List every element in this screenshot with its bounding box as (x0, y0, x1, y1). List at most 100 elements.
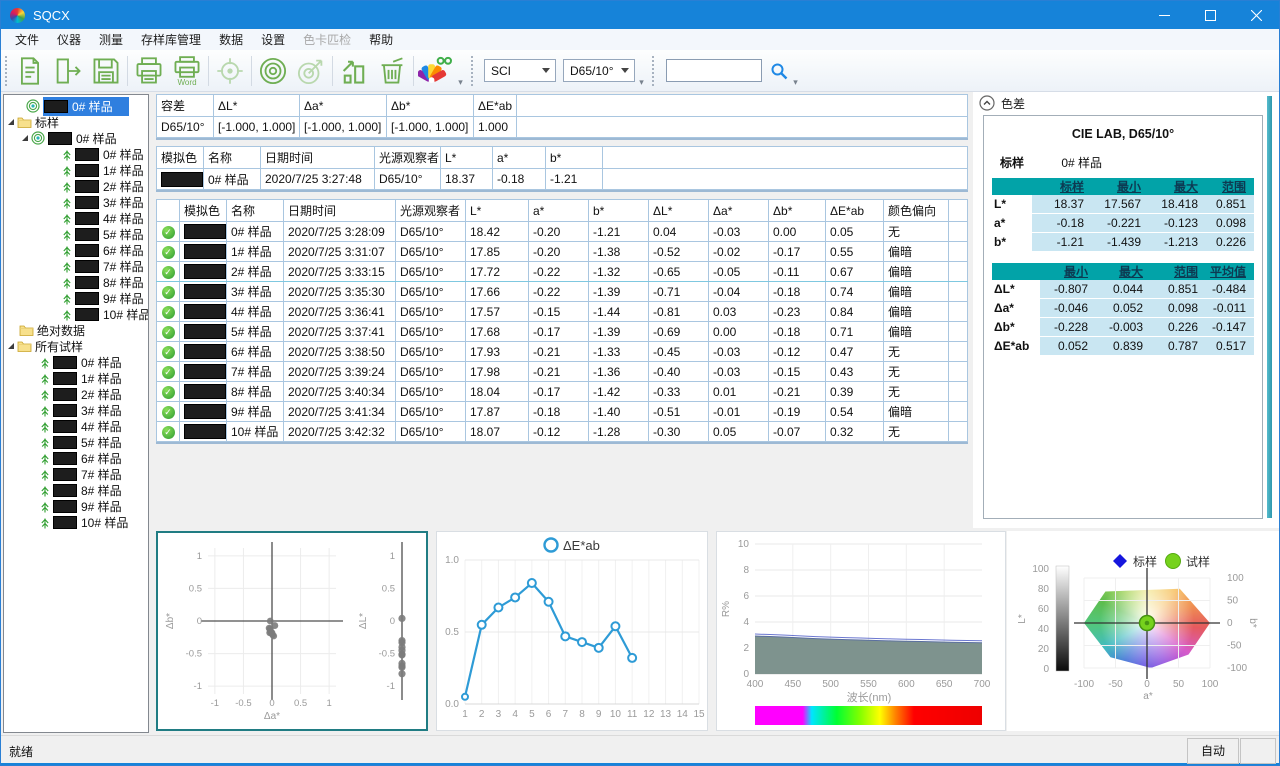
tree-folder-all-samples[interactable]: 所有试样 (4, 338, 148, 354)
tree-item-sample[interactable]: 5# 样品 (4, 226, 148, 242)
menu-item[interactable]: 仪器 (48, 29, 90, 50)
tree-item-sample[interactable]: 1# 样品 (4, 162, 148, 178)
table-cell: 无 (884, 382, 949, 402)
toolbar-overflow-icon[interactable]: ▾ (635, 77, 648, 91)
toolbar-grip[interactable] (471, 56, 473, 86)
trend-chart-button[interactable] (335, 53, 373, 89)
panel-splitter[interactable] (1267, 96, 1272, 518)
search-icon[interactable] (769, 61, 789, 81)
table-row[interactable]: ✓2# 样品2020/7/25 3:33:15D65/10°17.72-0.22… (157, 262, 968, 282)
table-cell (603, 169, 968, 190)
new-document-button[interactable] (11, 53, 49, 89)
table-row[interactable]: ✓10# 样品2020/7/25 3:42:32D65/10°18.07-0.1… (157, 422, 968, 442)
tree-item-sample[interactable]: 2# 样品 (4, 386, 148, 402)
svg-text:2: 2 (479, 709, 485, 720)
svg-text:600: 600 (898, 679, 915, 690)
illuminant-observer-select[interactable]: D65/10° (563, 59, 635, 82)
table-row[interactable]: ✓9# 样品2020/7/25 3:41:34D65/10°17.87-0.18… (157, 402, 968, 422)
svg-text:10: 10 (610, 709, 622, 720)
sample-icon (62, 180, 72, 193)
tree-item-sample[interactable]: 4# 样品 (4, 418, 148, 434)
color-swatch (184, 384, 226, 399)
delete-trash-button[interactable] (373, 53, 411, 89)
table-cell (949, 322, 968, 342)
tree-item-sample[interactable]: 5# 样品 (4, 434, 148, 450)
tree-item-current-standard[interactable]: 0# 样品 (4, 98, 148, 114)
color-card-search-button[interactable] (416, 53, 454, 89)
sample-icon (62, 196, 72, 209)
table-cell (180, 302, 227, 322)
close-button[interactable] (1233, 1, 1279, 29)
tree-item-sample[interactable]: 8# 样品 (4, 482, 148, 498)
menu-item[interactable]: 文件 (6, 29, 48, 50)
tree-item-sample[interactable]: 6# 样品 (4, 242, 148, 258)
svg-text:ΔL*: ΔL* (358, 613, 369, 629)
tree-item-sample[interactable]: 8# 样品 (4, 274, 148, 290)
tree-item-sample[interactable]: 7# 样品 (4, 258, 148, 274)
app-logo-icon (10, 8, 25, 23)
toolbar-grip[interactable] (652, 56, 654, 86)
tree-item-sample[interactable]: 1# 样品 (4, 370, 148, 386)
check-icon: ✓ (162, 346, 175, 359)
tree-item-sample[interactable]: 3# 样品 (4, 194, 148, 210)
print-word-button[interactable]: Word (168, 53, 206, 89)
check-icon: ✓ (162, 366, 175, 379)
tree-item-label: 3# 样品 (103, 194, 144, 211)
menu-item[interactable]: 帮助 (360, 29, 402, 50)
toolbar-grip[interactable] (5, 56, 7, 86)
table-row[interactable]: D65/10°[-1.000, 1.000][-1.000, 1.000][-1… (157, 117, 968, 138)
maximize-button[interactable] (1187, 1, 1233, 29)
measurement-mode-select[interactable]: SCI (484, 59, 556, 82)
tree-item-sample[interactable]: 7# 样品 (4, 466, 148, 482)
column-header: ΔE*ab (826, 200, 884, 222)
expand-arrow-icon[interactable] (8, 119, 14, 125)
svg-text:-50: -50 (1227, 641, 1242, 652)
print-button[interactable] (130, 53, 168, 89)
table-cell: -1.36 (589, 362, 649, 382)
search-input[interactable] (666, 59, 762, 82)
table-row[interactable]: ✓6# 样品2020/7/25 3:38:50D65/10°17.93-0.21… (157, 342, 968, 362)
toolbar-overflow-icon[interactable]: ▾ (789, 77, 802, 91)
tree-item-sample[interactable]: 3# 样品 (4, 402, 148, 418)
table-header-row: 模拟色名称日期时间光源观察者L*a*b* (157, 147, 968, 169)
menu-item[interactable]: 设置 (252, 29, 294, 50)
export-button[interactable] (49, 53, 87, 89)
tree-folder-absolute-data[interactable]: 绝对数据 (4, 322, 148, 338)
svg-text:-0.5: -0.5 (186, 649, 202, 660)
tree-item-sample[interactable]: 0# 样品 (4, 354, 148, 370)
menu-item[interactable]: 测量 (90, 29, 132, 50)
folder-icon (17, 340, 32, 352)
tree-item-standard[interactable]: 0# 样品 (4, 130, 148, 146)
column-header: ΔL* (649, 200, 709, 222)
expand-arrow-icon[interactable] (22, 135, 28, 141)
minimize-button[interactable] (1141, 1, 1187, 29)
tree-item-sample[interactable]: 10# 样品 (4, 514, 148, 530)
menu-item[interactable]: 存样库管理 (132, 29, 210, 50)
table-cell (949, 342, 968, 362)
tree-item-sample[interactable]: 6# 样品 (4, 450, 148, 466)
collapse-panel-button[interactable] (979, 95, 995, 111)
tree-item-sample[interactable]: 9# 样品 (4, 290, 148, 306)
save-button[interactable] (87, 53, 125, 89)
calibrate-target-button[interactable] (254, 53, 292, 89)
svg-text:0.5: 0.5 (382, 583, 395, 594)
table-row[interactable]: ✓4# 样品2020/7/25 3:36:41D65/10°17.57-0.15… (157, 302, 968, 322)
table-row[interactable]: 0# 样品2020/7/25 3:27:48D65/10°18.37-0.18-… (157, 169, 968, 190)
tree-item-sample[interactable]: 2# 样品 (4, 178, 148, 194)
table-row[interactable]: ✓0# 样品2020/7/25 3:28:09D65/10°18.42-0.20… (157, 222, 968, 242)
tree-item-sample[interactable]: 9# 样品 (4, 498, 148, 514)
expand-arrow-icon[interactable] (8, 343, 14, 349)
table-row[interactable]: ✓3# 样品2020/7/25 3:35:30D65/10°17.66-0.22… (157, 282, 968, 302)
tree-item-sample[interactable]: 4# 样品 (4, 210, 148, 226)
table-row[interactable]: ✓5# 样品2020/7/25 3:37:41D65/10°17.68-0.17… (157, 322, 968, 342)
table-row[interactable]: ✓7# 样品2020/7/25 3:39:24D65/10°17.98-0.21… (157, 362, 968, 382)
table-row[interactable]: ✓1# 样品2020/7/25 3:31:07D65/10°17.85-0.20… (157, 242, 968, 262)
table-row[interactable]: ✓8# 样品2020/7/25 3:40:34D65/10°18.04-0.17… (157, 382, 968, 402)
toolbar-overflow-icon[interactable]: ▾ (454, 77, 467, 91)
tree-folder-standards[interactable]: 标样 (4, 114, 148, 130)
auto-mode-button[interactable]: 自动 (1187, 738, 1239, 764)
tree-item-sample[interactable]: 0# 样品 (4, 146, 148, 162)
column-header: 日期时间 (284, 200, 396, 222)
menu-item[interactable]: 数据 (210, 29, 252, 50)
tree-item-sample[interactable]: 10# 样品 (4, 306, 148, 322)
